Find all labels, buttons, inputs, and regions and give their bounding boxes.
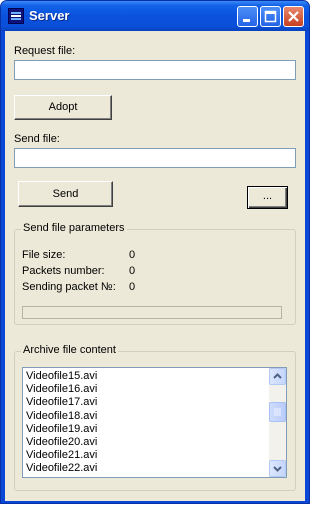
list-item[interactable]: Videofile16.avi [26, 383, 266, 396]
packets-number-label: Packets number: [22, 265, 105, 277]
adopt-button[interactable]: Adopt [14, 95, 112, 120]
app-icon[interactable] [8, 8, 24, 24]
send-file-input[interactable] [14, 148, 296, 168]
send-progress-bar [22, 306, 282, 319]
list-item[interactable]: Videofile17.avi [26, 396, 266, 409]
list-item[interactable]: Videofile21.avi [26, 449, 266, 462]
request-file-input[interactable] [14, 60, 296, 80]
archive-file-items: Videofile15.avi Videofile16.avi Videofil… [26, 370, 266, 476]
send-file-parameters-group: Send file parameters File size: 0 Packet… [14, 222, 296, 325]
send-button[interactable]: Send [18, 181, 113, 207]
scroll-down-button[interactable] [269, 460, 286, 477]
file-size-value: 0 [129, 249, 136, 261]
send-file-label: Send file: [14, 133, 60, 145]
close-button[interactable] [283, 6, 304, 27]
scrollbar-thumb[interactable] [269, 402, 286, 422]
request-file-label: Request file: [14, 45, 76, 57]
chevron-down-icon [273, 466, 282, 472]
file-size-label: File size: [22, 249, 66, 261]
archive-file-content-title: Archive file content [21, 344, 118, 356]
minimize-button[interactable] [237, 6, 258, 27]
grip-icon [274, 408, 281, 416]
browse-button[interactable]: ... [247, 186, 288, 209]
maximize-icon [264, 10, 277, 23]
send-file-parameters-title: Send file parameters [21, 222, 127, 234]
maximize-button[interactable] [260, 6, 281, 27]
list-item[interactable]: Videofile15.avi [26, 370, 266, 383]
scroll-up-button[interactable] [269, 368, 286, 385]
title-bar[interactable]: Server [1, 1, 309, 31]
list-item[interactable]: Videofile19.avi [26, 423, 266, 436]
list-item[interactable]: Videofile18.avi [26, 410, 266, 423]
packets-number-value: 0 [129, 265, 136, 277]
vertical-scrollbar[interactable] [269, 368, 286, 477]
client-area: Request file: Adopt Send file: Send ... … [5, 31, 305, 501]
archive-file-content-group: Archive file content Videofile15.avi Vid… [14, 344, 296, 491]
list-item[interactable]: Videofile22.avi [26, 462, 266, 475]
close-icon [288, 11, 299, 22]
sending-packet-value: 0 [129, 281, 136, 293]
chevron-up-icon [273, 373, 282, 379]
window-bottom-border [1, 501, 309, 503]
server-window: Server Request file: Adopt Send file: Se… [0, 0, 310, 504]
list-item[interactable]: Videofile20.avi [26, 436, 266, 449]
archive-file-list[interactable]: Videofile15.avi Videofile16.avi Videofil… [22, 367, 287, 478]
sending-packet-label: Sending packet №: [22, 281, 116, 293]
minimize-icon [243, 19, 250, 22]
window-title: Server [29, 8, 70, 23]
